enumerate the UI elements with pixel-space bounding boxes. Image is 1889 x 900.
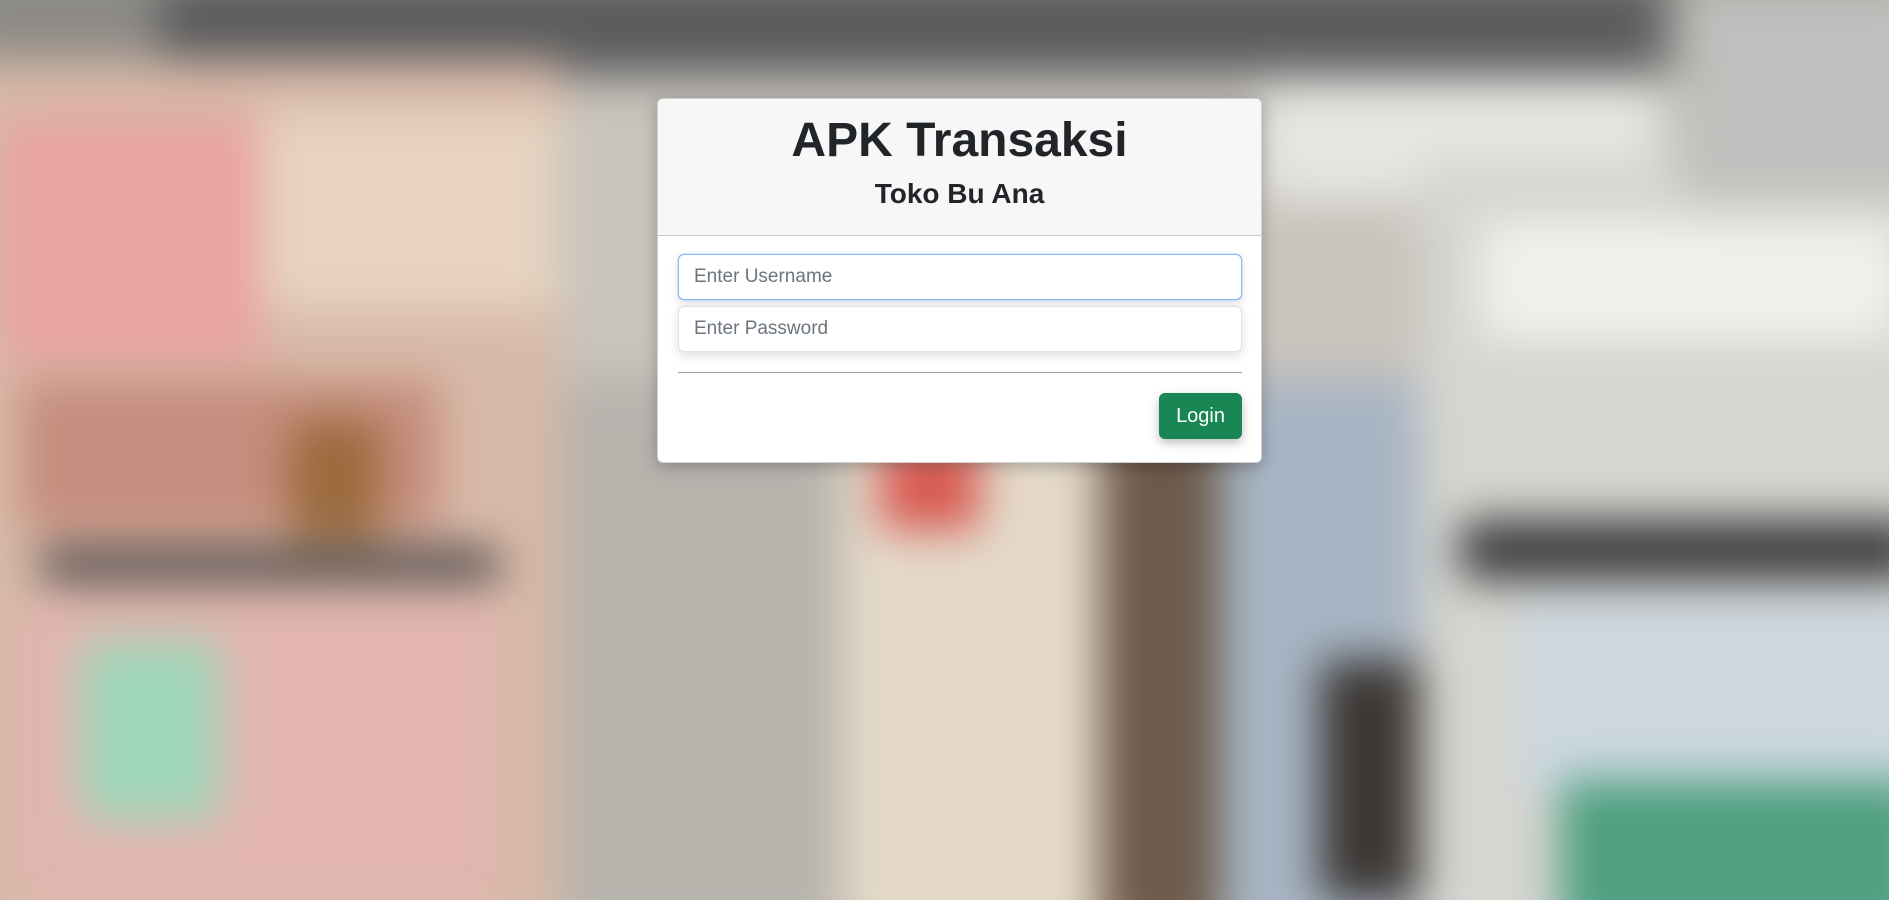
form-divider (678, 372, 1242, 373)
form-actions: Login (678, 393, 1242, 439)
password-input[interactable] (678, 306, 1242, 352)
login-button[interactable]: Login (1159, 393, 1242, 439)
login-card-body: Login (658, 236, 1261, 439)
login-card: APK Transaksi Toko Bu Ana Login (657, 98, 1262, 463)
store-name: Toko Bu Ana (874, 178, 1045, 209)
username-input[interactable] (678, 254, 1242, 300)
app-title: APK Transaksi (791, 114, 1128, 167)
login-card-header: APK Transaksi Toko Bu Ana (658, 99, 1261, 236)
